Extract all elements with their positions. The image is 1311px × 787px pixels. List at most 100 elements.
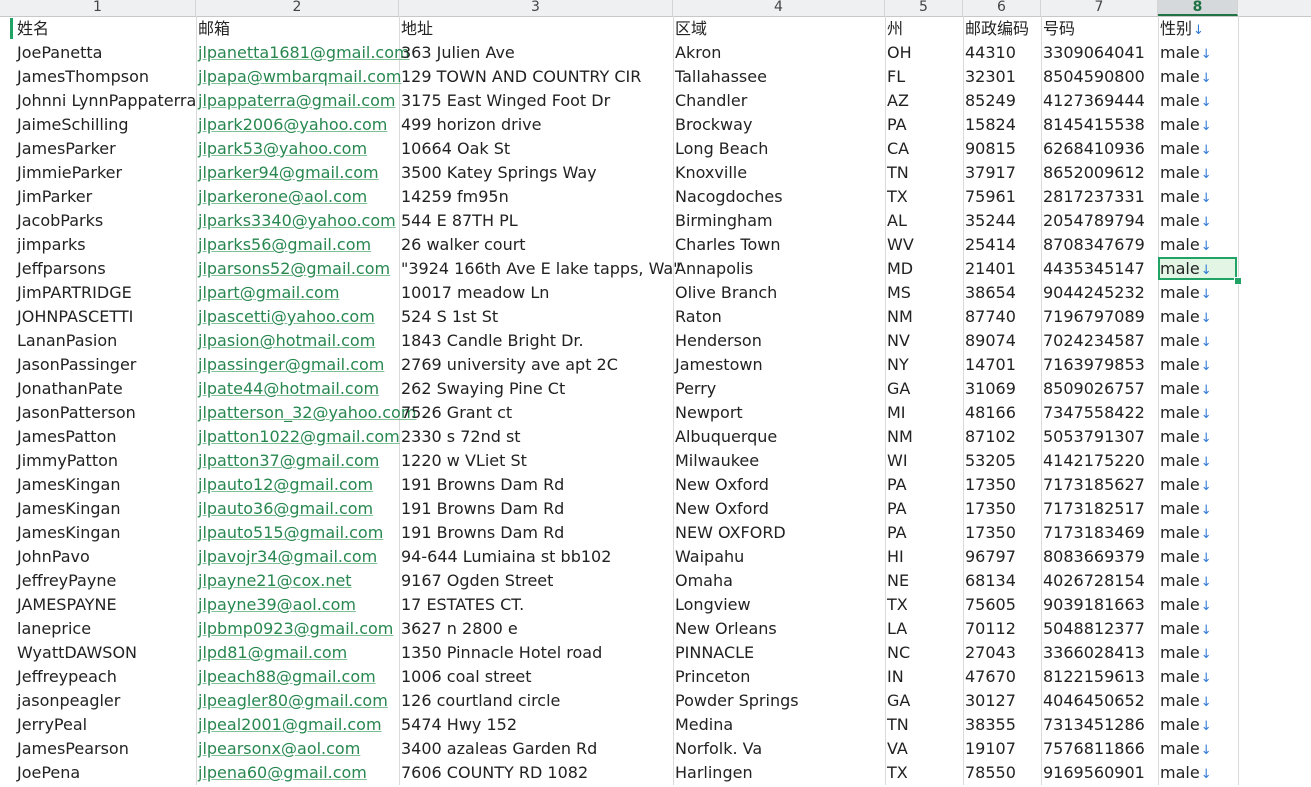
cell-phone[interactable]: 8504590800: [1043, 65, 1145, 89]
cell-address[interactable]: 17 ESTATES CT.: [401, 593, 524, 617]
cell-gender[interactable]: male↓: [1160, 761, 1212, 785]
cell-name[interactable]: JaimeSchilling: [17, 113, 129, 137]
cell-address[interactable]: 1006 coal street: [401, 665, 532, 689]
filter-arrow-icon[interactable]: ↓: [1201, 431, 1212, 446]
cell-state[interactable]: WI: [887, 449, 908, 473]
cell-address[interactable]: 262 Swaying Pine Ct: [401, 377, 565, 401]
cell-state[interactable]: PA: [887, 473, 907, 497]
cell-phone[interactable]: 7313451286: [1043, 713, 1145, 737]
cell-state[interactable]: NV: [887, 329, 910, 353]
cell-name[interactable]: Jeffparsons: [17, 257, 106, 281]
cell-gender[interactable]: male↓: [1160, 713, 1212, 737]
cell-gender[interactable]: male↓: [1160, 185, 1212, 209]
cell-state[interactable]: PA: [887, 497, 907, 521]
cell-name[interactable]: JamesPearson: [17, 737, 129, 761]
cell-region[interactable]: Charles Town: [675, 233, 780, 257]
cell-gender[interactable]: male↓: [1160, 161, 1212, 185]
cell-gender[interactable]: male↓: [1160, 617, 1212, 641]
header-cell-gender[interactable]: 性别↓: [1160, 17, 1204, 41]
cell-name[interactable]: JeffreyPayne: [17, 569, 116, 593]
cell-name[interactable]: JimmyPatton: [17, 449, 118, 473]
cell-phone[interactable]: 8652009612: [1043, 161, 1145, 185]
cell-zip[interactable]: 32301: [965, 65, 1016, 89]
cell-name[interactable]: Johnni LynnPappaterra: [17, 89, 196, 113]
cell-email[interactable]: jlparks56@gmail.com: [198, 233, 371, 257]
cell-email[interactable]: jlparker94@gmail.com: [198, 161, 379, 185]
cell-state[interactable]: PA: [887, 521, 907, 545]
cell-zip[interactable]: 17350: [965, 521, 1016, 545]
cell-name[interactable]: JAMESPAYNE: [17, 593, 117, 617]
filter-arrow-icon[interactable]: ↓: [1193, 23, 1204, 38]
column-header-8[interactable]: 8: [1158, 0, 1238, 16]
cell-region[interactable]: Powder Springs: [675, 689, 799, 713]
header-cell-region[interactable]: 区域: [675, 17, 707, 41]
cell-email[interactable]: jlpbmp0923@gmail.com: [198, 617, 393, 641]
header-cell-state[interactable]: 州: [887, 17, 903, 41]
cell-zip[interactable]: 85249: [965, 89, 1016, 113]
cell-address[interactable]: 94-644 Lumiaina st bb102: [401, 545, 611, 569]
filter-arrow-icon[interactable]: ↓: [1201, 359, 1212, 374]
cell-name[interactable]: JoePanetta: [17, 41, 102, 65]
cell-email[interactable]: jlpd81@gmail.com: [198, 641, 347, 665]
cell-state[interactable]: AL: [887, 209, 907, 233]
cell-address[interactable]: 191 Browns Dam Rd: [401, 497, 564, 521]
cell-zip[interactable]: 90815: [965, 137, 1016, 161]
cell-phone[interactable]: 3366028413: [1043, 641, 1145, 665]
cell-state[interactable]: NE: [887, 569, 909, 593]
cell-region[interactable]: Nacogdoches: [675, 185, 783, 209]
cell-email[interactable]: jlpark2006@yahoo.com: [198, 113, 387, 137]
cell-email[interactable]: jlpart@gmail.com: [198, 281, 339, 305]
cell-state[interactable]: HI: [887, 545, 904, 569]
column-header-2[interactable]: 2: [196, 0, 399, 16]
cell-name[interactable]: JacobParks: [17, 209, 103, 233]
cell-zip[interactable]: 17350: [965, 497, 1016, 521]
cell-email[interactable]: jlpayne39@aol.com: [198, 593, 356, 617]
cell-region[interactable]: Chandler: [675, 89, 747, 113]
filter-arrow-icon[interactable]: ↓: [1201, 695, 1212, 710]
cell-state[interactable]: MD: [887, 257, 913, 281]
cell-region[interactable]: Longview: [675, 593, 751, 617]
cell-state[interactable]: AZ: [887, 89, 909, 113]
cell-email[interactable]: jlpark53@yahoo.com: [198, 137, 367, 161]
header-cell-zip[interactable]: 邮政编码: [965, 17, 1029, 41]
filter-arrow-icon[interactable]: ↓: [1201, 767, 1212, 782]
cell-gender[interactable]: male↓: [1160, 449, 1212, 473]
cell-region[interactable]: Waipahu: [675, 545, 744, 569]
filter-arrow-icon[interactable]: ↓: [1201, 455, 1212, 470]
cell-email[interactable]: jlparks3340@yahoo.com: [198, 209, 396, 233]
filter-arrow-icon[interactable]: ↓: [1201, 239, 1212, 254]
cell-name[interactable]: JamesThompson: [17, 65, 149, 89]
cell-zip[interactable]: 27043: [965, 641, 1016, 665]
column-header-6[interactable]: 6: [963, 0, 1041, 16]
header-cell-address[interactable]: 地址: [401, 17, 433, 41]
cell-gender[interactable]: male↓: [1160, 233, 1212, 257]
cell-address[interactable]: 14259 fm95n: [401, 185, 509, 209]
cell-gender[interactable]: male↓: [1160, 65, 1212, 89]
cell-state[interactable]: WV: [887, 233, 914, 257]
filter-arrow-icon[interactable]: ↓: [1201, 407, 1212, 422]
cell-phone[interactable]: 8509026757: [1043, 377, 1145, 401]
cell-gender[interactable]: male↓: [1160, 137, 1212, 161]
cell-name[interactable]: JamesKingan: [17, 497, 120, 521]
cell-phone[interactable]: 7576811866: [1043, 737, 1145, 761]
cell-zip[interactable]: 44310: [965, 41, 1016, 65]
filter-arrow-icon[interactable]: ↓: [1201, 263, 1212, 278]
filter-arrow-icon[interactable]: ↓: [1201, 335, 1212, 350]
cell-gender[interactable]: male↓: [1160, 521, 1212, 545]
filter-arrow-icon[interactable]: ↓: [1201, 383, 1212, 398]
cell-address[interactable]: "3924 166th Ave E lake tapps, Wa": [401, 257, 681, 281]
cell-name[interactable]: JasonPatterson: [17, 401, 136, 425]
cell-name[interactable]: JamesPatton: [17, 425, 117, 449]
cell-email[interactable]: jlpeal2001@gmail.com: [198, 713, 382, 737]
cell-zip[interactable]: 17350: [965, 473, 1016, 497]
cell-email[interactable]: jlpayne21@cox.net: [198, 569, 352, 593]
cell-phone[interactable]: 2054789794: [1043, 209, 1145, 233]
cell-phone[interactable]: 4142175220: [1043, 449, 1145, 473]
cell-address[interactable]: 1220 w VLiet St: [401, 449, 527, 473]
cell-phone[interactable]: 8145415538: [1043, 113, 1145, 137]
cell-phone[interactable]: 2817237331: [1043, 185, 1145, 209]
cell-name[interactable]: Jeffreypeach: [17, 665, 117, 689]
cell-address[interactable]: 10664 Oak St: [401, 137, 510, 161]
cell-region[interactable]: NEW OXFORD: [675, 521, 786, 545]
cell-phone[interactable]: 7173185627: [1043, 473, 1145, 497]
